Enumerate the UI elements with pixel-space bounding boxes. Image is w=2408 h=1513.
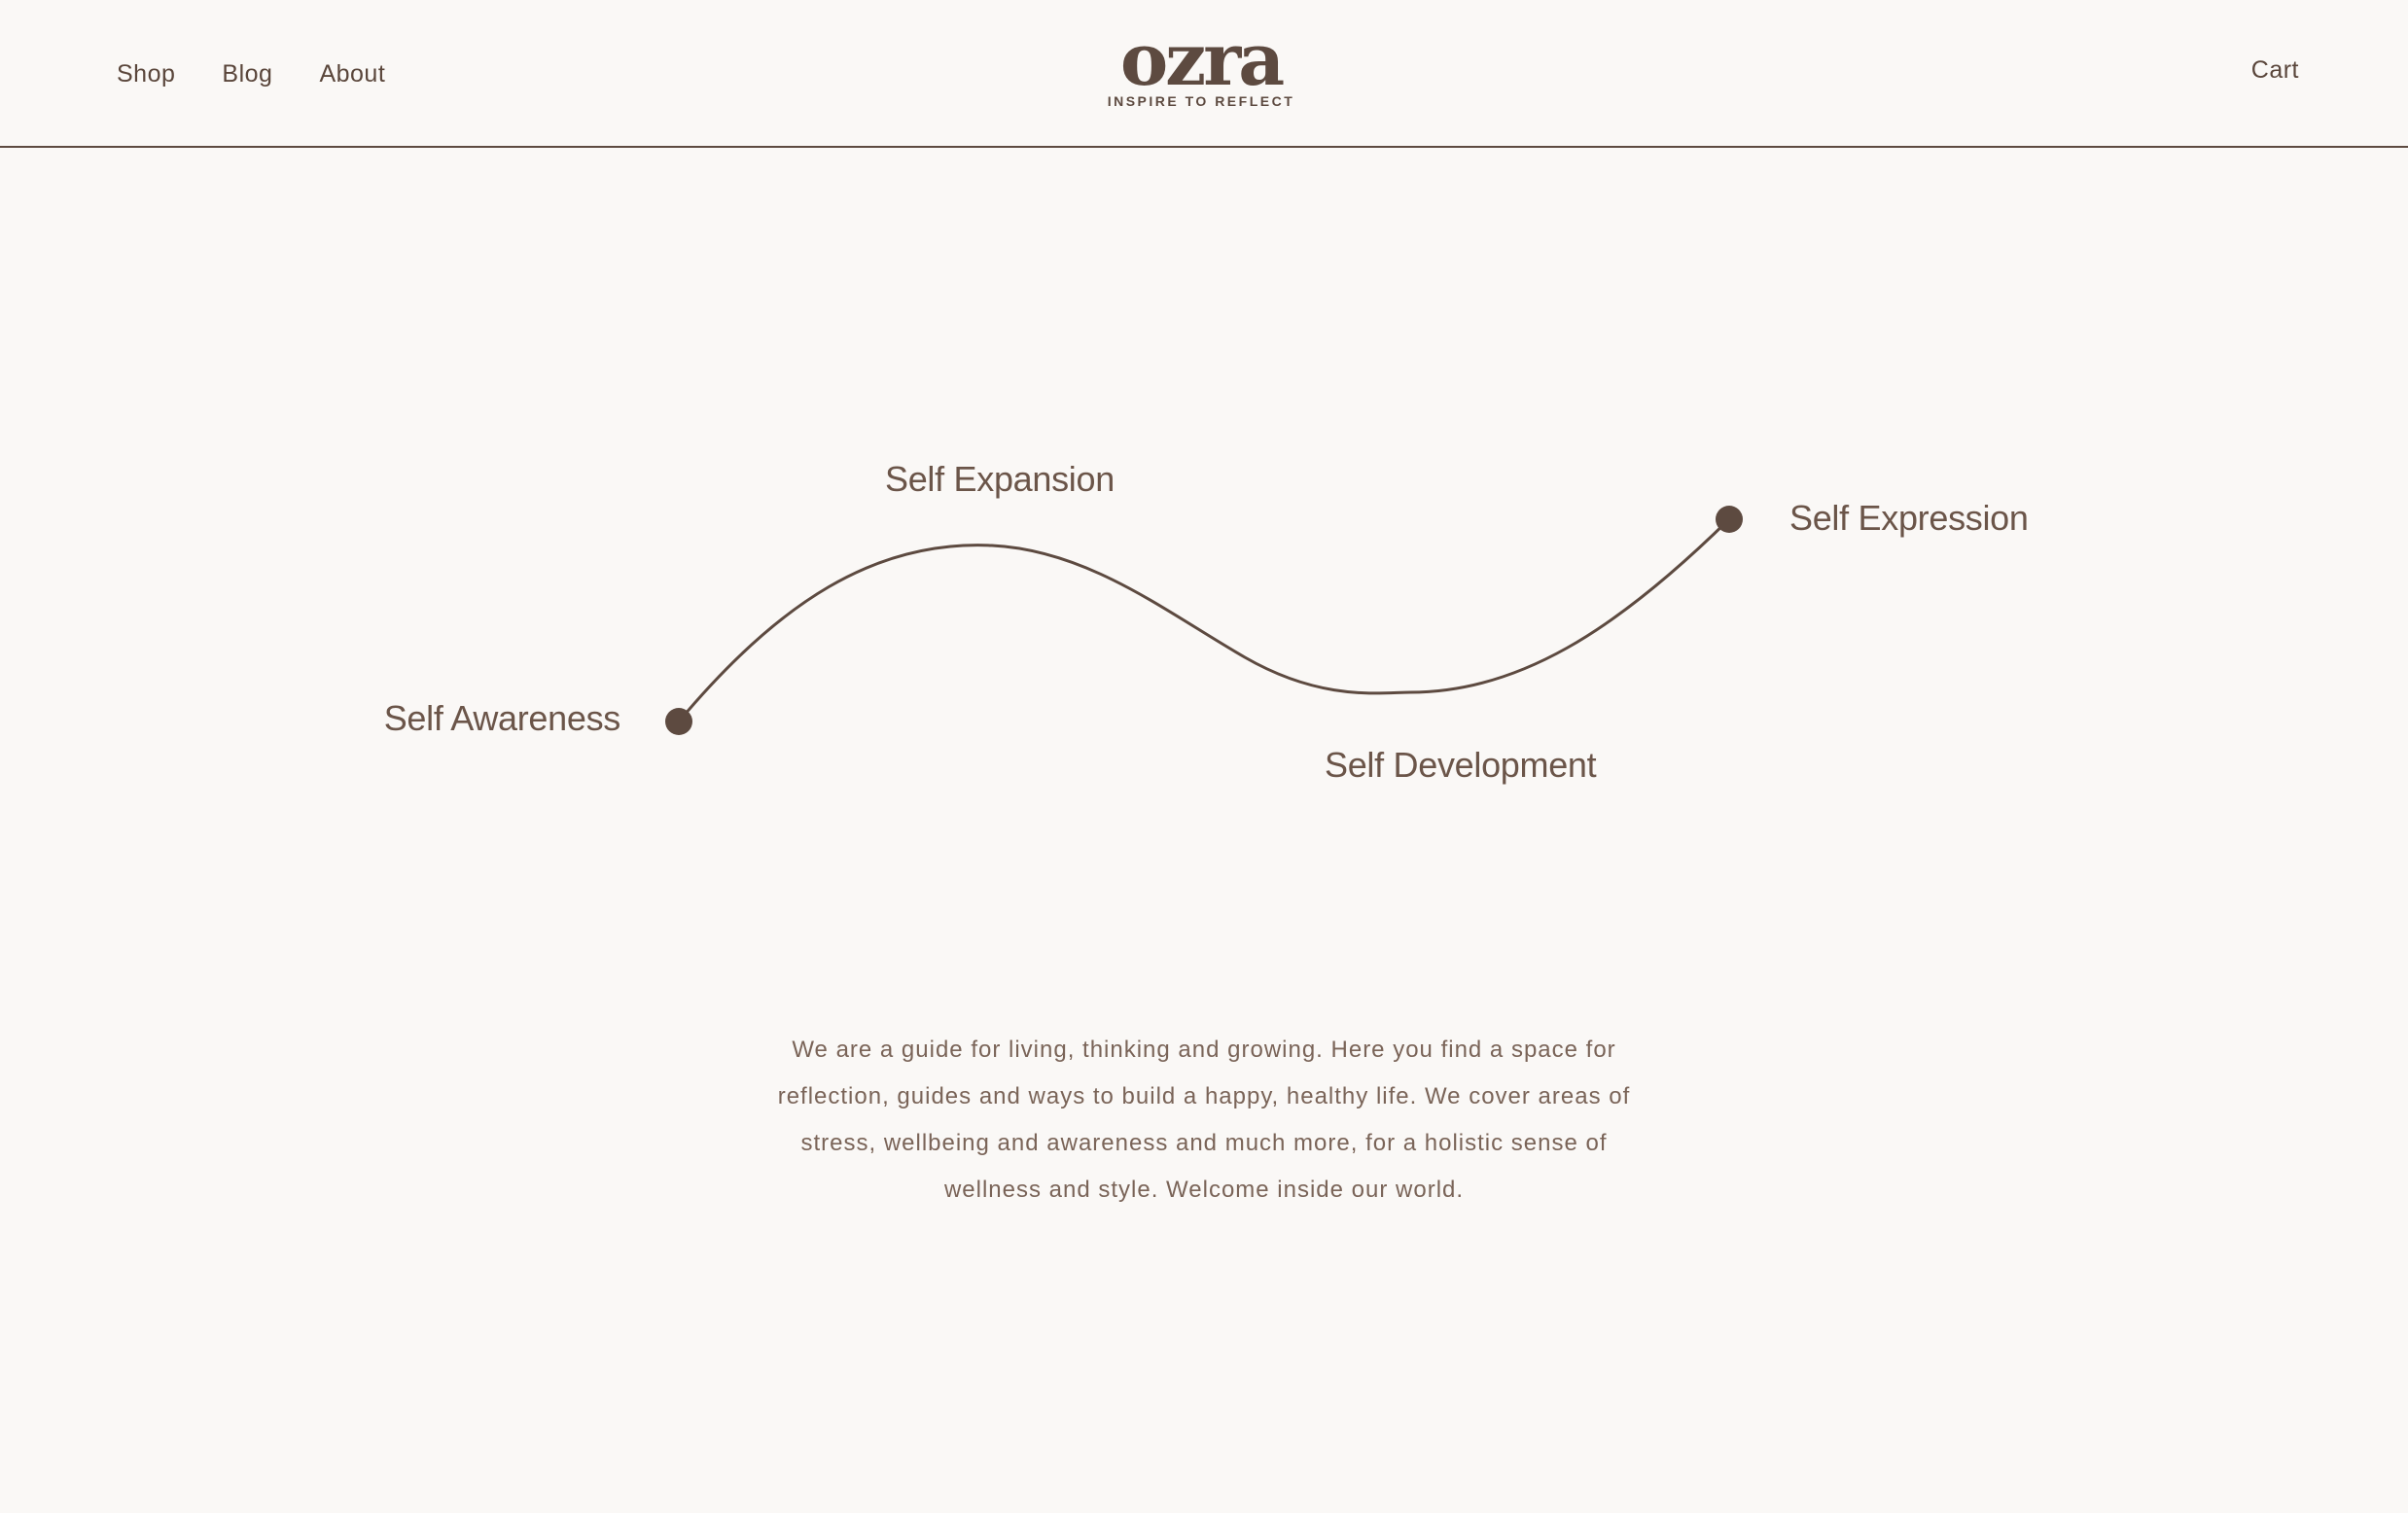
logo-wordmark: ozra (1119, 18, 1285, 102)
journey-end-dot (1716, 506, 1743, 533)
logo-tagline: INSPIRE TO REFLECT (1107, 93, 1295, 109)
brand-logo[interactable]: ozra INSPIRE TO REFLECT (1099, 18, 1303, 109)
intro-paragraph: We are a guide for living, thinking and … (777, 1037, 1631, 1203)
nav-link-blog[interactable]: Blog (222, 60, 272, 88)
stage-label-self-expansion: Self Expansion (885, 459, 1115, 499)
nav-link-shop[interactable]: Shop (117, 60, 175, 88)
site-header: Shop Blog About ozra INSPIRE TO REFLECT … (0, 0, 2408, 148)
stage-label-self-expression: Self Expression (1789, 498, 2029, 538)
journey-start-dot (665, 708, 692, 735)
journey-diagram: Self Awareness Self Expansion Self Devel… (0, 0, 2408, 1513)
stage-label-self-development: Self Development (1325, 745, 1597, 785)
journey-curve (677, 517, 1731, 722)
nav-link-about[interactable]: About (319, 60, 385, 88)
journey-curve-graphic (665, 506, 1743, 735)
stage-label-self-awareness: Self Awareness (383, 698, 621, 738)
main-nav: Shop Blog About (117, 60, 385, 88)
cart-link[interactable]: Cart (2251, 56, 2299, 85)
